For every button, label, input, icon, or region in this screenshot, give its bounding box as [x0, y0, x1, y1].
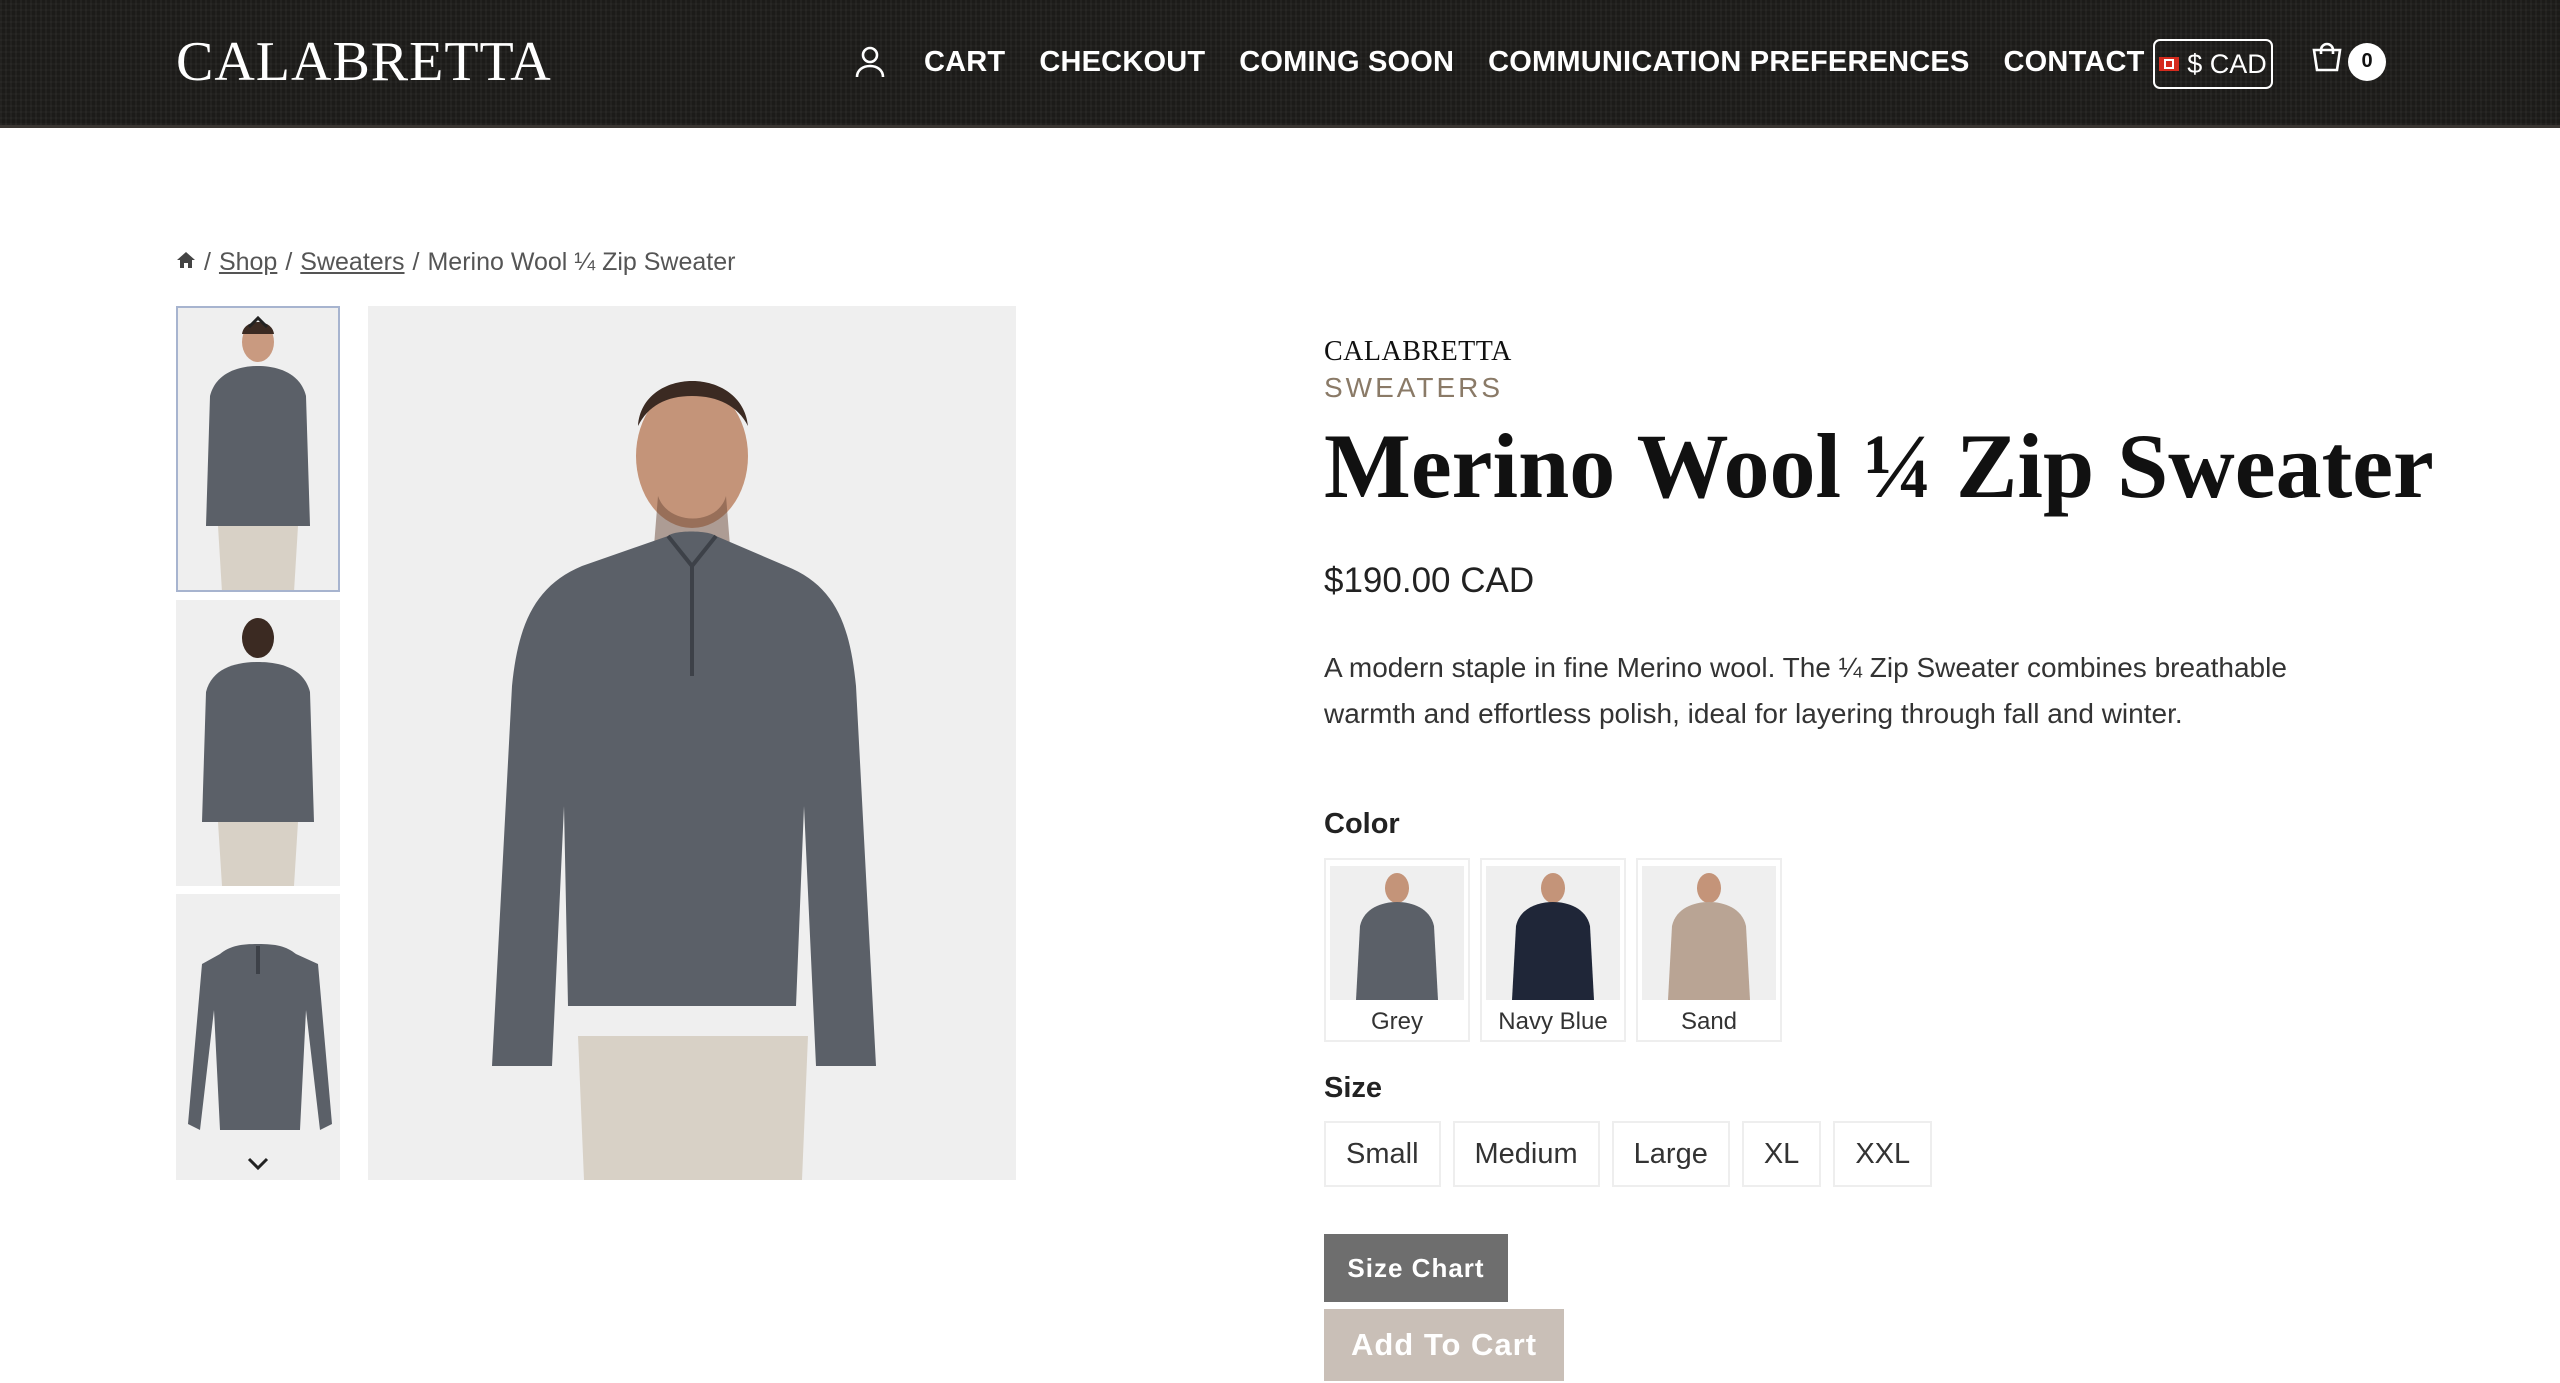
main-product-image[interactable]: [368, 306, 1016, 1180]
site-header: CALABRETTA CART CHECKOUT COMING SOON COM…: [0, 0, 2560, 128]
size-chart-button[interactable]: Size Chart: [1324, 1234, 1508, 1302]
thumbnail-flat[interactable]: [176, 894, 340, 1180]
currency-selector[interactable]: $ CAD: [2153, 39, 2273, 89]
header-cart[interactable]: 0: [2310, 42, 2386, 81]
color-label: Color: [1324, 808, 1400, 840]
swatch-sand-image: [1642, 866, 1776, 1000]
product-details: CALABRETTA SWEATERS Merino Wool ¼ Zip Sw…: [1324, 336, 2434, 737]
model-front-image: [206, 322, 310, 592]
breadcrumb-separator: /: [412, 248, 420, 276]
swatch-sand-label: Sand: [1680, 1008, 1738, 1035]
size-small[interactable]: Small: [1324, 1121, 1441, 1187]
product-brand: CALABRETTA: [1324, 336, 1512, 367]
nav-communication-preferences[interactable]: COMMUNICATION PREFERENCES: [1488, 46, 1969, 79]
site-logo[interactable]: CALABRETTA: [176, 30, 552, 94]
breadcrumb-separator: /: [204, 248, 211, 276]
swatch-sand[interactable]: Sand: [1636, 858, 1782, 1042]
size-medium[interactable]: Medium: [1452, 1121, 1600, 1187]
size-options: Small Medium Large XL XXL: [1324, 1121, 1944, 1187]
swatch-navy-blue[interactable]: Navy Blue: [1480, 858, 1626, 1042]
product-title: Merino Wool ¼ Zip Sweater: [1324, 415, 2434, 517]
product-description: A modern staple in fine Merino wool. The…: [1324, 652, 2287, 730]
nav-cart[interactable]: CART: [924, 46, 1005, 79]
nav-coming-soon[interactable]: COMING SOON: [1239, 46, 1454, 79]
thumbnail-front[interactable]: [176, 306, 340, 592]
swatch-grey-label: Grey: [1370, 1008, 1423, 1035]
user-icon[interactable]: [850, 42, 890, 82]
breadcrumb-separator: /: [285, 248, 293, 276]
breadcrumb: / Shop / Sweaters / Merino Wool ¼ Zip Sw…: [176, 248, 735, 277]
swatch-grey[interactable]: Grey: [1324, 858, 1470, 1042]
chevron-up-icon[interactable]: [246, 310, 270, 334]
main-nav: CART CHECKOUT COMING SOON COMMUNICATION …: [850, 42, 2179, 82]
model-back-image: [202, 618, 314, 886]
size-xl[interactable]: XL: [1741, 1121, 1822, 1187]
chevron-down-icon[interactable]: [246, 1152, 270, 1176]
flag-canada-icon: [2159, 57, 2180, 71]
model-main-image: [492, 381, 876, 1180]
cart-count-badge: 0: [2348, 42, 2386, 81]
thumbnail-gallery: [176, 306, 340, 1188]
nav-contact[interactable]: CONTACT: [2004, 46, 2145, 79]
home-icon[interactable]: [176, 248, 196, 277]
thumbnail-back[interactable]: [176, 600, 340, 886]
swatch-navy-label: Navy Blue: [1498, 1008, 1608, 1035]
product-price: $190.00 CAD: [1324, 561, 1535, 601]
product-category[interactable]: SWEATERS: [1324, 372, 2424, 404]
cart-icon[interactable]: [2310, 42, 2344, 81]
nav-checkout[interactable]: CHECKOUT: [1039, 46, 1205, 79]
breadcrumb-sweaters[interactable]: Sweaters: [300, 248, 404, 277]
size-xxl[interactable]: XXL: [1833, 1121, 1933, 1187]
breadcrumb-shop[interactable]: Shop: [219, 248, 277, 277]
color-swatches: Grey Navy Blue Sand: [1324, 858, 1792, 1042]
size-large[interactable]: Large: [1611, 1121, 1730, 1187]
swatch-grey-image: [1330, 866, 1464, 1000]
swatch-navy-image: [1486, 866, 1620, 1000]
add-to-cart-button[interactable]: Add To Cart: [1324, 1309, 1564, 1381]
flat-sweater-image: [188, 944, 332, 1130]
breadcrumb-current: Merino Wool ¼ Zip Sweater: [427, 248, 736, 276]
currency-label: $ CAD: [2187, 48, 2267, 79]
size-label: Size: [1324, 1072, 1383, 1104]
